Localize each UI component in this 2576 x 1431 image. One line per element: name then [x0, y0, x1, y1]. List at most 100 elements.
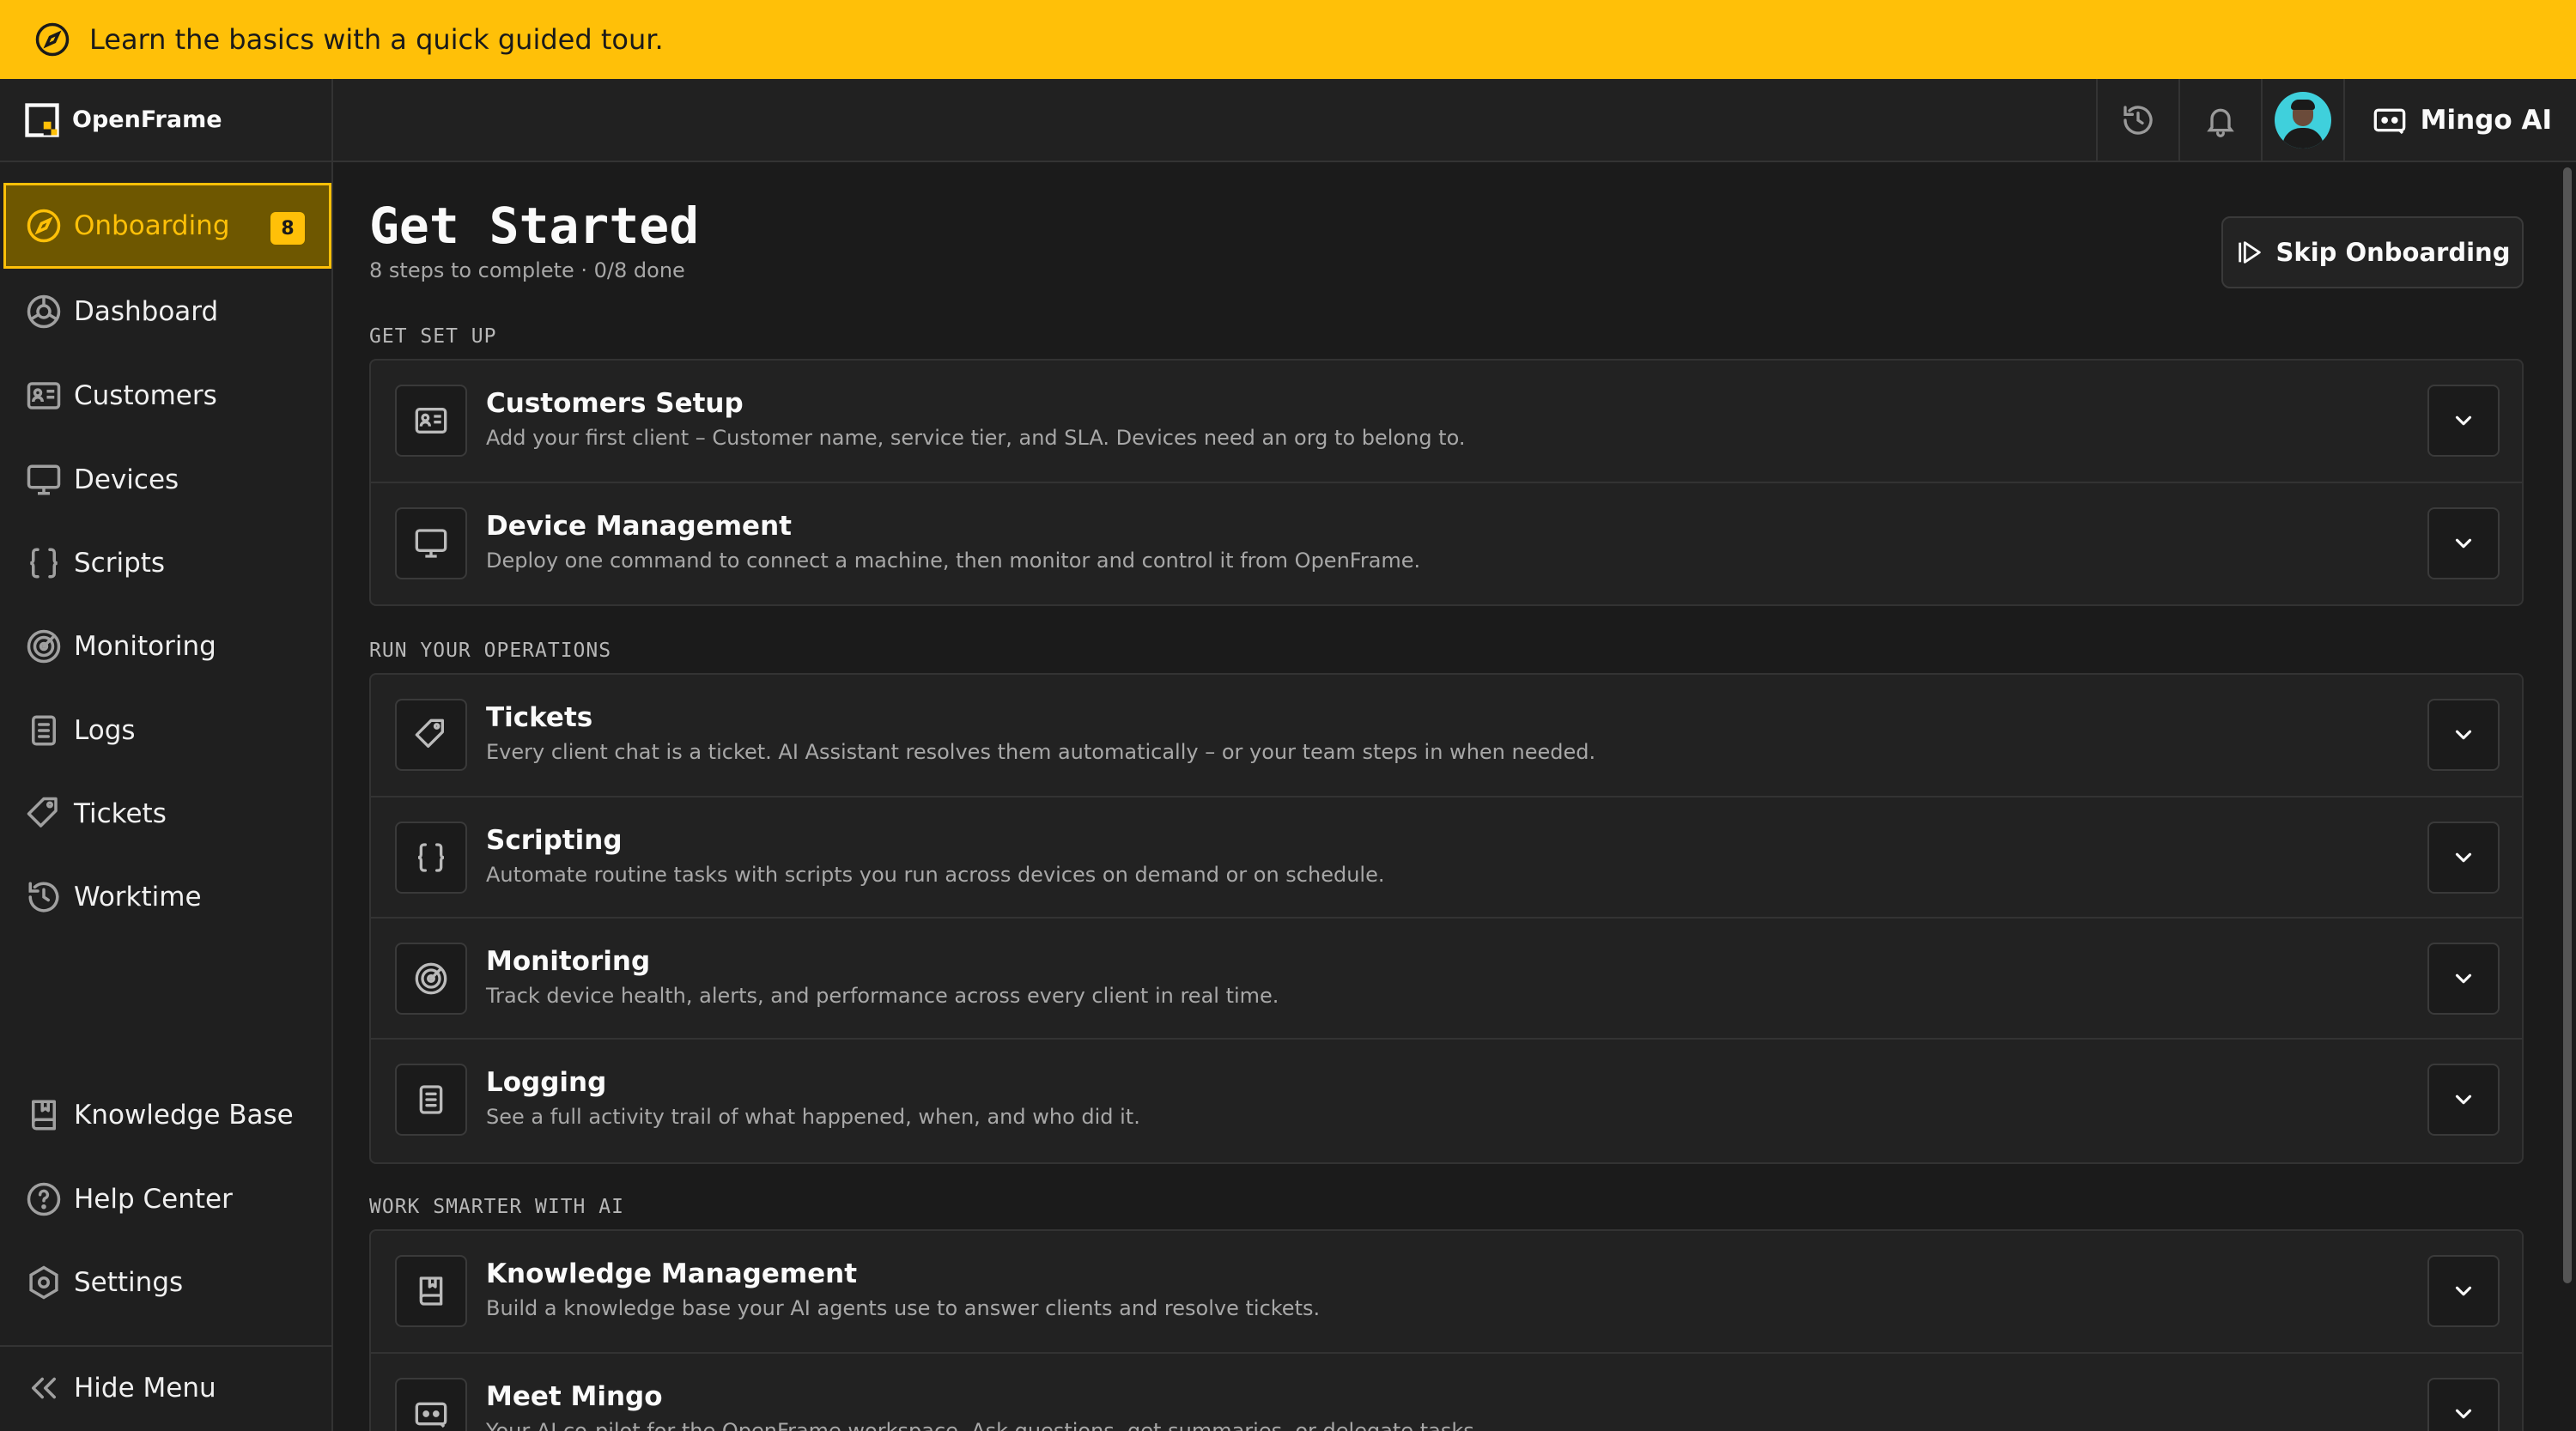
- tag-icon: [415, 719, 444, 748]
- notifications-button[interactable]: [2178, 79, 2261, 161]
- card-icon-box: [395, 1378, 467, 1431]
- sidebar-item-label: Devices: [74, 464, 179, 495]
- curly-braces-icon: [29, 548, 58, 579]
- card-icon-box: [395, 1064, 467, 1136]
- sidebar-item-tickets[interactable]: Tickets: [3, 771, 331, 857]
- tag-icon: [27, 797, 58, 828]
- step-card-knowledge-management[interactable]: Knowledge Management Build a knowledge b…: [371, 1231, 2522, 1352]
- history-button[interactable]: [2095, 79, 2178, 161]
- card-description: Automate routine tasks with scripts you …: [486, 863, 1385, 887]
- card-title: Scripting: [486, 825, 623, 856]
- sidebar-item-label: Dashboard: [74, 296, 219, 327]
- card-icon-box: [395, 385, 467, 457]
- sidebar-item-customers[interactable]: Customers: [3, 353, 331, 439]
- sidebar-item-scripts[interactable]: Scripts: [3, 520, 331, 606]
- id-card-icon: [415, 408, 447, 434]
- sidebar-item-devices[interactable]: Devices: [3, 437, 331, 523]
- sidebar-item-label: Scripts: [74, 548, 166, 579]
- mingo-ai-label: Mingo AI: [2420, 104, 2552, 136]
- card-title: Monitoring: [486, 946, 651, 977]
- sidebar-item-label: Monitoring: [74, 631, 216, 662]
- card-description: Track device health, alerts, and perform…: [486, 984, 1279, 1008]
- sidebar-item-settings[interactable]: Settings: [3, 1240, 331, 1325]
- user-avatar-button[interactable]: [2260, 79, 2343, 161]
- gear-icon: [29, 1265, 58, 1300]
- card-description: Every client chat is a ticket. AI Assist…: [486, 740, 1596, 764]
- top-bar: OpenFrame Mingo AI: [0, 79, 2576, 162]
- chevron-down-icon: [2455, 1094, 2472, 1105]
- main-content: Get Started 8 steps to complete · 0/8 do…: [335, 162, 2559, 1431]
- card-group-work-smarter-with-ai: Knowledge Management Build a knowledge b…: [369, 1229, 2524, 1431]
- step-card-device-management[interactable]: Device Management Deploy one command to …: [371, 482, 2522, 603]
- card-icon-box: [395, 1255, 467, 1327]
- help-circle-icon: [27, 1182, 61, 1216]
- chevron-down-icon: [2455, 1409, 2472, 1419]
- sidebar-item-onboarding[interactable]: Onboarding 8: [3, 183, 331, 269]
- expand-button[interactable]: [2427, 1064, 2500, 1136]
- expand-button[interactable]: [2427, 699, 2500, 771]
- guided-tour-banner[interactable]: Learn the basics with a quick guided tou…: [0, 0, 2576, 79]
- card-description: Build a knowledge base your AI agents us…: [486, 1296, 1321, 1320]
- sidebar-item-label: Tickets: [74, 798, 167, 829]
- skip-onboarding-button[interactable]: Skip Onboarding: [2221, 216, 2524, 288]
- expand-button[interactable]: [2427, 1255, 2500, 1327]
- mingo-bot-icon: [415, 1402, 447, 1428]
- sidebar-item-label: Customers: [74, 380, 217, 411]
- card-title: Device Management: [486, 511, 792, 542]
- card-description: See a full activity trail of what happen…: [486, 1105, 1140, 1129]
- sidebar-item-monitoring[interactable]: Monitoring: [3, 603, 331, 689]
- sidebar-item-help-center[interactable]: Help Center: [3, 1156, 331, 1242]
- skip-forward-icon: [2238, 241, 2261, 264]
- sidebar-item-dashboard[interactable]: Dashboard: [3, 269, 331, 355]
- card-icon-box: [395, 699, 467, 771]
- brand[interactable]: OpenFrame: [0, 79, 333, 161]
- page-subtitle: 8 steps to complete · 0/8 done: [369, 258, 685, 282]
- history-icon: [2123, 105, 2153, 135]
- expand-button[interactable]: [2427, 1378, 2500, 1431]
- banner-text: Learn the basics with a quick guided tou…: [89, 23, 664, 56]
- hide-menu-button[interactable]: Hide Menu: [3, 1347, 331, 1429]
- chevron-down-icon: [2455, 1286, 2472, 1296]
- monitor-icon: [415, 529, 447, 558]
- step-card-scripting[interactable]: Scripting Automate routine tasks with sc…: [371, 796, 2522, 917]
- radar-icon: [27, 629, 61, 664]
- step-card-monitoring[interactable]: Monitoring Track device health, alerts, …: [371, 917, 2522, 1038]
- expand-button[interactable]: [2427, 943, 2500, 1015]
- openframe-logo-icon: [25, 102, 59, 137]
- step-card-logging[interactable]: Logging See a full activity trail of wha…: [371, 1038, 2522, 1159]
- card-description: Deploy one command to connect a machine,…: [486, 549, 1421, 573]
- chevron-down-icon: [2455, 538, 2472, 549]
- sidebar-item-worktime[interactable]: Worktime: [3, 854, 331, 940]
- step-card-meet-mingo[interactable]: Meet Mingo Your AI co-pilot for the Open…: [371, 1352, 2522, 1431]
- step-card-tickets[interactable]: Tickets Every client chat is a ticket. A…: [371, 675, 2522, 796]
- chevron-down-icon: [2455, 730, 2472, 740]
- step-card-customers-setup[interactable]: Customers Setup Add your first client – …: [371, 361, 2522, 482]
- scrollbar-thumb[interactable]: [2563, 167, 2572, 1283]
- mingo-ai-button[interactable]: Mingo AI: [2342, 79, 2576, 161]
- card-title: Meet Mingo: [486, 1381, 663, 1412]
- compass-icon: [27, 209, 61, 243]
- sidebar-item-logs[interactable]: Logs: [3, 688, 331, 773]
- book-icon: [32, 1100, 56, 1131]
- main-scrollbar[interactable]: [2559, 162, 2576, 1431]
- compass-icon: [35, 22, 70, 57]
- sidebar-item-knowledge-base[interactable]: Knowledge Base: [3, 1072, 331, 1158]
- dashboard-icon: [27, 294, 61, 329]
- monitor-icon: [27, 464, 61, 495]
- curly-braces-icon: [417, 843, 445, 872]
- chevron-down-icon: [2455, 852, 2472, 863]
- brand-name: OpenFrame: [72, 106, 222, 133]
- radar-icon: [415, 962, 447, 995]
- card-icon-box: [395, 507, 467, 579]
- expand-button[interactable]: [2427, 385, 2500, 457]
- mingo-bot-icon: [2373, 108, 2405, 134]
- expand-button[interactable]: [2427, 507, 2500, 579]
- sidebar-item-label: Onboarding: [74, 210, 230, 241]
- sidebar-item-label: Settings: [74, 1267, 184, 1298]
- expand-button[interactable]: [2427, 822, 2500, 894]
- card-description: Your AI co-pilot for the OpenFrame works…: [486, 1419, 1481, 1431]
- card-title: Tickets: [486, 702, 593, 733]
- card-title: Knowledge Management: [486, 1258, 858, 1289]
- sidebar: Onboarding 8 Dashboard Customers Devices…: [0, 162, 333, 1431]
- clock-icon: [28, 882, 59, 913]
